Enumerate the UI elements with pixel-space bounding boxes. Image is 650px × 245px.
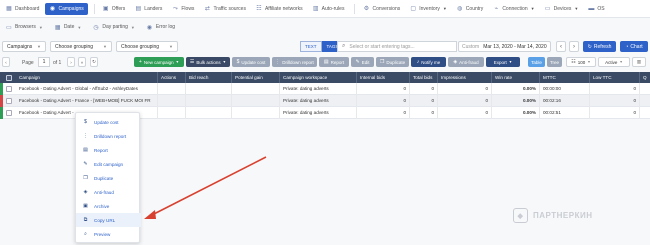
watermark-logo-icon: ◆: [513, 208, 528, 223]
watermark: ◆ ПАРТНЕРКИН: [513, 208, 593, 223]
arrow-head: [144, 210, 156, 219]
arrow-line: [149, 156, 267, 217]
